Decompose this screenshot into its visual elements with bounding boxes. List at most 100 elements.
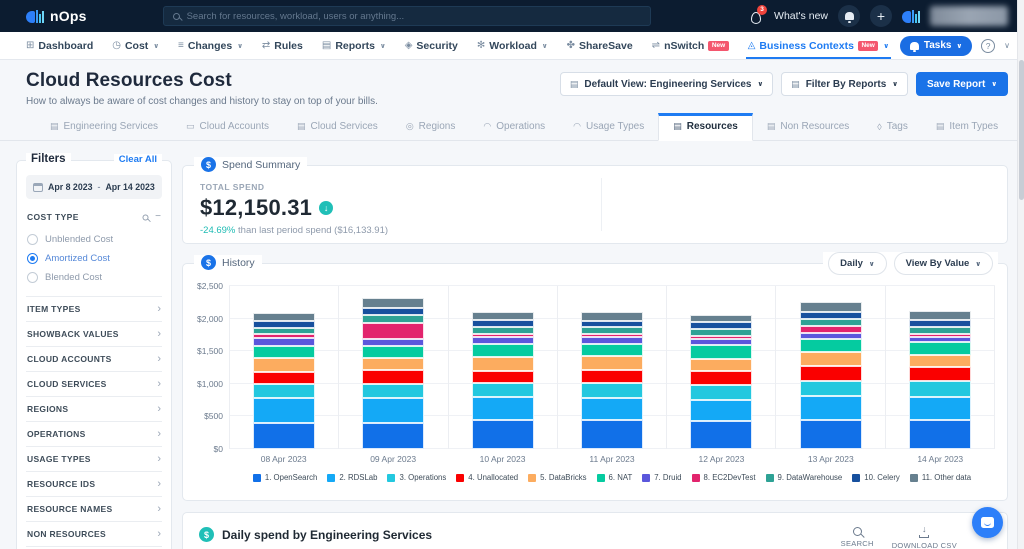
radio-amortized-cost[interactable]: Amortized Cost: [26, 249, 162, 268]
bar-segment-7-druid[interactable]: [253, 338, 315, 346]
tab-non-resources[interactable]: ▤Non Resources: [753, 114, 863, 140]
bar-segment-11-other-data[interactable]: [800, 302, 862, 312]
tab-cloud-services[interactable]: ▤Cloud Services: [283, 114, 392, 140]
bar-segment-10-celery[interactable]: [362, 308, 424, 315]
collapse-section-icon[interactable]: −: [155, 212, 161, 222]
legend-item-2-rdslab[interactable]: 2. RDSLab: [327, 473, 377, 482]
bar-segment-3-operations[interactable]: [362, 384, 424, 398]
bar-segment-5-databricks[interactable]: [690, 359, 752, 371]
bar-segment-1-opensearch[interactable]: [909, 420, 971, 449]
bar-segment-5-databricks[interactable]: [909, 355, 971, 367]
radio-blended-cost[interactable]: Blended Cost: [26, 268, 162, 287]
bar-segment-2-rdslab[interactable]: [362, 398, 424, 423]
bar-segment-1-opensearch[interactable]: [581, 420, 643, 449]
bar-segment-4-unallocated[interactable]: [690, 371, 752, 385]
nav-item-nswitch[interactable]: ⇌nSwitchNew: [652, 32, 729, 59]
interval-dropdown[interactable]: Daily ∨: [828, 252, 886, 275]
whats-new-link[interactable]: What's new: [774, 10, 828, 22]
filter-section-resource-names[interactable]: RESOURCE NAMES›: [26, 496, 162, 521]
bar-segment-5-databricks[interactable]: [362, 358, 424, 370]
bar-segment-11-other-data[interactable]: [690, 315, 752, 322]
bar-segment-11-other-data[interactable]: [253, 313, 315, 321]
tab-tags[interactable]: ◊Tags: [863, 114, 922, 140]
nops-logo[interactable]: nOps: [26, 8, 87, 24]
bar-segment-2-rdslab[interactable]: [581, 398, 643, 420]
bar-segment-6-nat[interactable]: [800, 339, 862, 352]
help-button[interactable]: ?: [981, 39, 995, 53]
nav-item-workload[interactable]: ✻Workload∨: [477, 32, 548, 59]
bar-segment-9-datawarehouse[interactable]: [362, 315, 424, 323]
bar-segment-3-operations[interactable]: [690, 385, 752, 400]
legend-item-5-databricks[interactable]: 5. DataBricks: [528, 473, 586, 482]
whats-new-droplet-icon[interactable]: 3: [750, 9, 764, 24]
bar-segment-8-ec2devtest[interactable]: [800, 326, 862, 333]
bar-segment-10-celery[interactable]: [800, 312, 862, 319]
bar-segment-5-databricks[interactable]: [581, 356, 643, 370]
bar-segment-1-opensearch[interactable]: [800, 420, 862, 449]
bar-segment-6-nat[interactable]: [253, 346, 315, 358]
tab-item-types[interactable]: ▤Item Types: [922, 114, 1012, 140]
bar-segment-11-other-data[interactable]: [362, 298, 424, 308]
bar-segment-9-datawarehouse[interactable]: [472, 327, 534, 334]
bar-segment-7-druid[interactable]: [472, 337, 534, 344]
radio-unblended-cost[interactable]: Unblended Cost: [26, 230, 162, 249]
bar-segment-10-celery[interactable]: [472, 320, 534, 327]
bar-segment-6-nat[interactable]: [472, 344, 534, 357]
filter-section-showback-values[interactable]: SHOWBACK VALUES›: [26, 321, 162, 346]
tab-usage-types[interactable]: ◠Usage Types: [559, 114, 658, 140]
bar-segment-4-unallocated[interactable]: [472, 371, 534, 383]
nav-item-dashboard[interactable]: ⊞Dashboard: [26, 32, 93, 59]
bar-segment-2-rdslab[interactable]: [253, 398, 315, 423]
global-search-input[interactable]: [187, 11, 641, 22]
bar-segment-4-unallocated[interactable]: [800, 366, 862, 381]
default-view-dropdown[interactable]: ▤ Default View: Engineering Services ∨: [560, 72, 773, 96]
legend-item-11-other-data[interactable]: 11. Other data: [910, 473, 971, 482]
bar-segment-3-operations[interactable]: [909, 381, 971, 397]
bar-segment-1-opensearch[interactable]: [690, 421, 752, 449]
bar-segment-3-operations[interactable]: [253, 384, 315, 398]
filter-section-usage-types[interactable]: USAGE TYPES›: [26, 446, 162, 471]
tab-regions[interactable]: ◎Regions: [392, 114, 470, 140]
bar-segment-4-unallocated[interactable]: [362, 370, 424, 384]
bar-segment-3-operations[interactable]: [800, 381, 862, 396]
bar-segment-6-nat[interactable]: [690, 345, 752, 359]
bar-segment-9-datawarehouse[interactable]: [909, 327, 971, 334]
bar-segment-2-rdslab[interactable]: [472, 397, 534, 420]
bar-segment-1-opensearch[interactable]: [253, 423, 315, 449]
filter-section-item-types[interactable]: ITEM TYPES›: [26, 296, 162, 321]
bar-segment-8-ec2devtest[interactable]: [362, 323, 424, 339]
bar-segment-11-other-data[interactable]: [472, 312, 534, 320]
legend-item-4-unallocated[interactable]: 4. Unallocated: [456, 473, 518, 482]
account-avatar[interactable]: [902, 10, 920, 23]
nav-item-rules[interactable]: ⇄Rules: [262, 32, 303, 59]
bar-segment-11-other-data[interactable]: [909, 311, 971, 320]
view-by-dropdown[interactable]: View By Value ∨: [894, 252, 993, 275]
bar-segment-7-druid[interactable]: [581, 337, 643, 344]
legend-item-3-operations[interactable]: 3. Operations: [387, 473, 446, 482]
scrollbar-thumb[interactable]: [1019, 60, 1024, 200]
bar-segment-9-datawarehouse[interactable]: [690, 329, 752, 336]
bar-segment-7-druid[interactable]: [362, 339, 424, 346]
download-csv-button[interactable]: ↓ DOWNLOAD CSV: [892, 527, 957, 549]
bar-segment-5-databricks[interactable]: [800, 352, 862, 366]
bar-segment-1-opensearch[interactable]: [472, 420, 534, 449]
tasks-button[interactable]: Tasks ∨: [900, 36, 972, 56]
legend-item-8-ec2devtest[interactable]: 8. EC2DevTest: [692, 473, 756, 482]
bar-segment-6-nat[interactable]: [362, 346, 424, 358]
bar-segment-2-rdslab[interactable]: [690, 400, 752, 421]
nav-item-reports[interactable]: ▤Reports∨: [322, 32, 386, 59]
filter-section-cloud-services[interactable]: CLOUD SERVICES›: [26, 371, 162, 396]
global-search[interactable]: [163, 6, 651, 26]
filter-by-reports-dropdown[interactable]: ▤ Filter By Reports ∨: [781, 72, 908, 96]
bar-segment-4-unallocated[interactable]: [581, 370, 643, 383]
save-report-button[interactable]: Save Report ∨: [916, 72, 1008, 96]
page-scrollbar[interactable]: [1017, 0, 1024, 549]
date-range-picker[interactable]: Apr 8 2023 - Apr 14 2023: [26, 175, 162, 199]
nav-item-cost[interactable]: ◷Cost∨: [112, 32, 159, 59]
cost-type-search-icon[interactable]: [143, 214, 149, 220]
legend-item-6-nat[interactable]: 6. NAT: [597, 473, 633, 482]
bar-segment-3-operations[interactable]: [472, 383, 534, 397]
tab-cloud-accounts[interactable]: ▭Cloud Accounts: [172, 114, 283, 140]
bar-segment-4-unallocated[interactable]: [909, 367, 971, 381]
bar-segment-10-celery[interactable]: [909, 320, 971, 327]
